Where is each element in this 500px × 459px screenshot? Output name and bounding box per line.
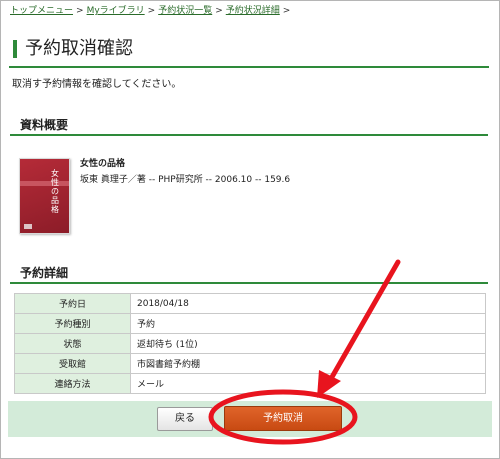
book-cover-logo	[24, 224, 32, 229]
breadcrumb-link-reservation-detail[interactable]: 予約状況詳細	[226, 6, 280, 16]
section-heading-label: 予約詳細	[20, 266, 69, 280]
detail-label-reservation-date: 予約日	[14, 293, 131, 314]
detail-label-reservation-type: 予約種別	[14, 313, 131, 334]
breadcrumb-separator: >	[76, 6, 84, 16]
breadcrumb-separator: >	[147, 6, 156, 16]
book-title: 女性の品格	[80, 159, 126, 169]
breadcrumb-link-my-library[interactable]: Myライブラリ	[87, 6, 145, 16]
breadcrumb-separator: >	[282, 6, 291, 16]
detail-label-contact-method: 連絡方法	[14, 373, 131, 394]
cancel-reservation-button[interactable]: 予約取消	[224, 406, 342, 431]
detail-label-pickup-library: 受取館	[14, 353, 131, 374]
table-row: 予約種別 予約	[14, 313, 486, 334]
page-title: 予約取消確認	[25, 38, 133, 59]
detail-value-pickup-library: 市図書館予約棚	[130, 353, 486, 374]
section-heading-label: 資料概要	[20, 118, 69, 132]
reservation-detail-table: 予約日 2018/04/18 予約種別 予約 状態 返却待ち (1位) 受取館 …	[14, 293, 486, 394]
section-heading-summary: 資料概要	[10, 110, 488, 136]
detail-label-status: 状態	[14, 333, 131, 354]
section-heading-detail: 予約詳細	[10, 258, 488, 284]
table-row: 連絡方法 メール	[14, 373, 486, 394]
book-cover-title: 女性の品格	[51, 169, 59, 214]
page-title-bar: 予約取消確認	[9, 32, 489, 68]
breadcrumb-link-top-menu[interactable]: トップメニュー	[10, 6, 73, 16]
breadcrumb-separator: >	[215, 6, 223, 16]
title-accent-bar	[13, 40, 17, 58]
back-button[interactable]: 戻る	[157, 407, 213, 431]
table-row: 予約日 2018/04/18	[14, 293, 486, 314]
table-row: 受取館 市図書館予約棚	[14, 353, 486, 374]
book-cover-band	[20, 181, 69, 186]
breadcrumb-link-reservation-list[interactable]: 予約状況一覧	[158, 6, 212, 16]
detail-value-contact-method: メール	[130, 373, 486, 394]
book-meta: 坂東 眞理子／著 -- PHP研究所 -- 2006.10 -- 159.6	[80, 175, 291, 185]
detail-value-status: 返却待ち (1位)	[130, 333, 486, 354]
intro-text: 取消す予約情報を確認してください。	[12, 79, 182, 90]
table-row: 状態 返却待ち (1位)	[14, 333, 486, 354]
breadcrumb: トップメニュー > Myライブラリ > 予約状況一覧 > 予約状況詳細 >	[10, 4, 293, 18]
book-cover-image[interactable]: 女性の品格	[19, 158, 70, 234]
detail-value-reservation-date: 2018/04/18	[130, 293, 486, 314]
detail-value-reservation-type: 予約	[130, 313, 486, 334]
